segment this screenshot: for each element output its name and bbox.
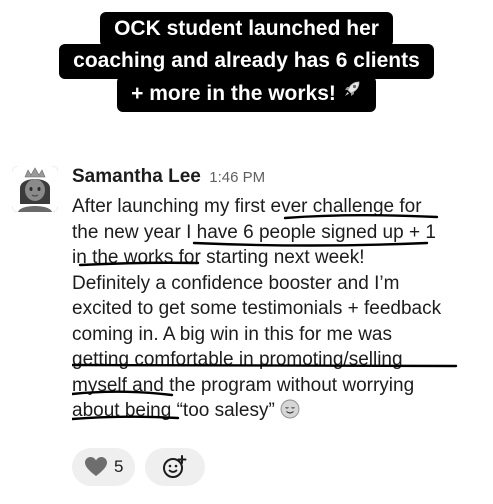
message-header: Samantha Lee 1:46 PM — [72, 162, 488, 192]
message-line: coming in. A big win in this for me was — [72, 323, 392, 345]
headline-line-3-text: + more in the works! — [131, 82, 336, 105]
headline: OCK student launched her coaching and al… — [0, 12, 493, 112]
message-body: Samantha Lee 1:46 PM After launching my … — [72, 162, 488, 427]
headline-line-1: OCK student launched her — [100, 12, 393, 47]
message-line: the new year I have 6 people signed up +… — [72, 221, 436, 243]
message-line: Definitely a confidence booster and I’m — [72, 272, 400, 294]
reaction-count: 5 — [114, 457, 124, 476]
message-line: getting comfortable in promoting/selling — [72, 349, 403, 370]
add-reaction-button[interactable] — [145, 448, 206, 486]
message-text: After launching my first ever challenge … — [72, 194, 488, 427]
headline-line-2: coaching and already has 6 clients — [59, 44, 434, 79]
sender-name[interactable]: Samantha Lee — [72, 166, 201, 187]
rocket-icon — [342, 77, 362, 109]
message-line: After launching my first ever challenge … — [72, 196, 422, 217]
message-line: about being “too salesy” — [72, 400, 275, 421]
message-timestamp[interactable]: 1:46 PM — [209, 169, 265, 186]
headline-line-3-wrap: + more in the works! — [0, 76, 493, 112]
avatar[interactable] — [12, 166, 58, 212]
headline-line-1-wrap: OCK student launched her — [0, 12, 493, 47]
message-line: excited to get some testimonials + feedb… — [72, 298, 442, 319]
princess-avatar — [12, 166, 58, 212]
add-reaction-icon — [162, 454, 188, 480]
heart-icon — [84, 456, 108, 478]
message-line: myself and the program without worrying — [72, 374, 415, 396]
headline-line-3: + more in the works! — [117, 76, 376, 112]
message-last-line: about being “too salesy” — [72, 398, 488, 427]
message-line: in the works for starting next week! — [72, 247, 365, 268]
headline-line-2-wrap: coaching and already has 6 clients — [0, 44, 493, 79]
relieved-face-icon — [280, 399, 300, 427]
heart-reaction[interactable]: 5 — [72, 448, 136, 486]
reactions-bar: 5 — [72, 448, 206, 488]
